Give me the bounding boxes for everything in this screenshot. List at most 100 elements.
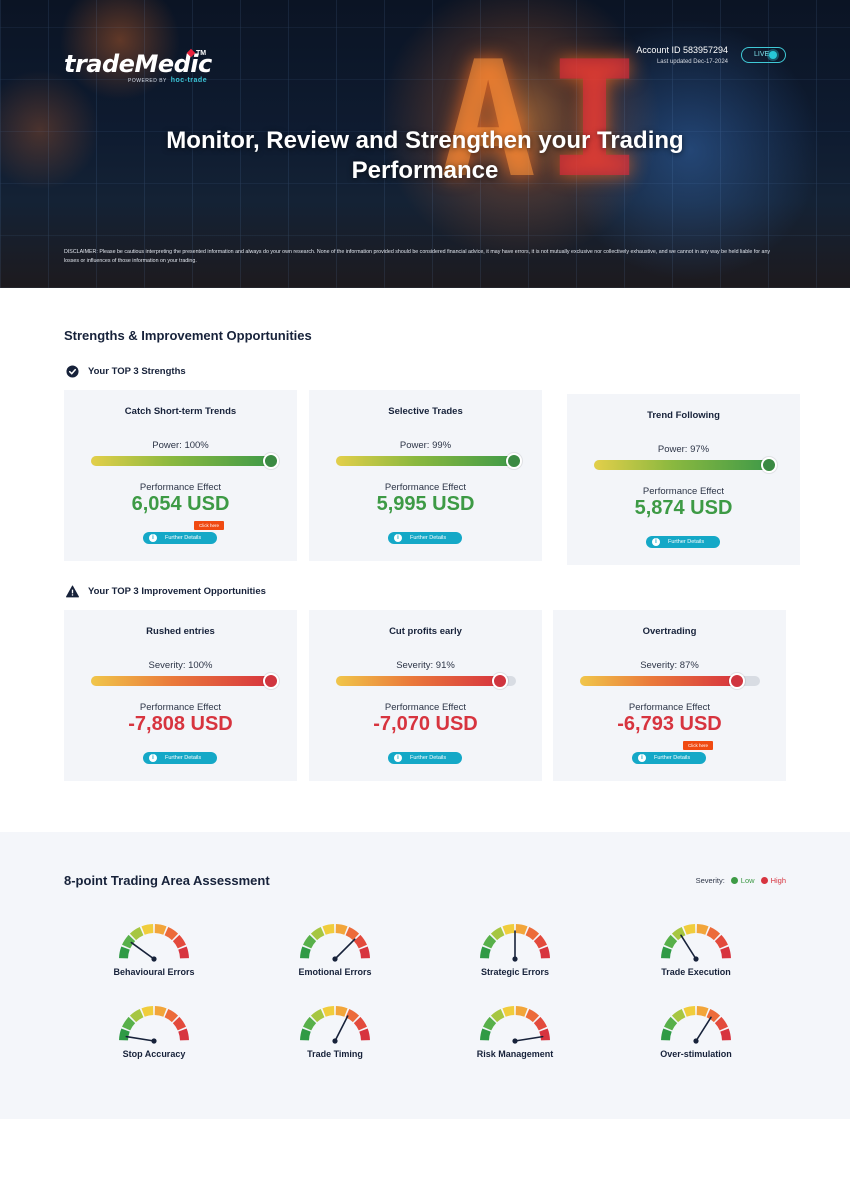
performance-effect-value: 6,054 USD xyxy=(131,493,230,515)
gauge-dial xyxy=(119,1006,189,1044)
strengths-subtitle: Your TOP 3 Strengths xyxy=(66,365,186,378)
gauge-segment xyxy=(720,946,731,959)
gauge-segment xyxy=(683,924,696,935)
gauge-trade-execution[interactable]: Trade Execution xyxy=(621,920,771,977)
info-icon: i xyxy=(394,754,402,762)
gauge-segment xyxy=(502,924,515,935)
click-here-tooltip[interactable]: Click here xyxy=(683,741,713,750)
check-circle-icon xyxy=(66,365,79,378)
gauge-segment xyxy=(335,924,348,935)
gauge-over-stimulation[interactable]: Over-stimulation xyxy=(621,1002,771,1059)
info-icon: i xyxy=(149,534,157,542)
power-bar-knob xyxy=(760,457,777,473)
gauge-segment xyxy=(178,946,189,959)
gauge-dial xyxy=(480,924,550,962)
gauge-segment xyxy=(119,1028,130,1041)
gauge-needle xyxy=(125,1035,155,1042)
gauge-emotional-errors[interactable]: Emotional Errors xyxy=(260,920,410,977)
gauge-label: Trade Timing xyxy=(307,1049,363,1059)
gauge-needle xyxy=(334,1015,349,1042)
gauge-hub xyxy=(332,956,338,962)
severity-legend: Severity: Low High xyxy=(696,876,786,885)
legend-high-dot xyxy=(760,877,768,884)
info-icon: i xyxy=(652,538,660,546)
improvement-card: Cut profits early Severity: 91% Performa… xyxy=(309,610,542,781)
gauge-segment xyxy=(515,1006,528,1017)
click-here-tooltip[interactable]: Click here xyxy=(194,521,224,530)
gauge-hub xyxy=(151,956,157,962)
gauge-hub xyxy=(151,1038,157,1044)
gauge-hub xyxy=(332,1038,338,1044)
power-bar-fill xyxy=(91,456,271,466)
section-title-assessment: 8-point Trading Area Assessment xyxy=(64,873,270,888)
further-details-button[interactable]: i Further Details xyxy=(388,752,462,764)
gauge-risk-management[interactable]: Risk Management xyxy=(440,1002,590,1059)
power-bar xyxy=(91,453,279,469)
gauge-needle xyxy=(680,934,697,960)
power-bar xyxy=(594,457,777,473)
gauge-hub xyxy=(512,956,518,962)
further-details-button[interactable]: i Further Details xyxy=(143,532,217,544)
card-severity: Severity: 91% xyxy=(396,660,455,671)
card-title: Selective Trades xyxy=(388,406,463,417)
warning-icon xyxy=(66,585,79,598)
performance-effect-value: 5,874 USD xyxy=(634,497,733,519)
gauge-dial xyxy=(480,1006,550,1044)
legend-high: High xyxy=(770,876,786,885)
gauge-label: Stop Accuracy xyxy=(122,1049,186,1059)
further-details-button[interactable]: i Further Details xyxy=(143,752,217,764)
gauge-stop-accuracy[interactable]: Stop Accuracy xyxy=(79,1002,229,1059)
gauge-segment xyxy=(359,1028,370,1041)
page-title: Monitor, Review and Strengthen your Trad… xyxy=(166,127,684,184)
card-severity: Severity: 100% xyxy=(148,660,213,671)
gauge-hub xyxy=(693,1038,699,1044)
severity-bar xyxy=(91,673,279,689)
section-title-strengths: Strengths & Improvement Opportunities xyxy=(64,328,312,343)
card-power: Power: 99% xyxy=(399,440,452,451)
gauge-segment xyxy=(661,1028,672,1041)
gauge-segment xyxy=(178,1028,189,1041)
gauge-needle xyxy=(334,938,356,960)
performance-effect-label: Performance Effect xyxy=(384,702,467,713)
card-title: Catch Short-term Trends xyxy=(124,406,237,417)
gauge-behavioural-errors[interactable]: Behavioural Errors xyxy=(79,920,229,977)
performance-effect-label: Performance Effect xyxy=(139,702,222,713)
legend-low: Low xyxy=(740,876,755,885)
severity-bar xyxy=(336,673,516,689)
gauge-segment xyxy=(539,946,550,959)
logo-powered-by: POWERED BY hoc-trade xyxy=(128,77,208,84)
legend-low-dot xyxy=(730,877,738,884)
power-bar-knob xyxy=(506,453,523,469)
further-details-button[interactable]: i Further Details xyxy=(646,536,720,548)
further-details-button[interactable]: i Further Details xyxy=(388,532,462,544)
logo-trademark: TM xyxy=(196,50,207,57)
severity-bar-knob xyxy=(263,673,279,689)
gauge-strategic-errors[interactable]: Strategic Errors xyxy=(440,920,590,977)
gauge-label: Emotional Errors xyxy=(298,967,372,977)
info-icon: i xyxy=(638,754,646,762)
gauge-segment xyxy=(154,1006,167,1017)
gauge-segment xyxy=(335,1006,348,1017)
card-power: Power: 100% xyxy=(152,440,209,451)
info-icon: i xyxy=(394,534,402,542)
gauge-dial xyxy=(300,924,370,962)
gauge-label: Strategic Errors xyxy=(480,967,550,977)
live-label: LIVE xyxy=(754,51,770,58)
gauge-hub xyxy=(693,956,699,962)
strength-card: Trend Following Power: 97% Performance E… xyxy=(567,394,800,565)
gauge-segment xyxy=(322,1006,335,1017)
performance-effect-value: -6,793 USD xyxy=(617,713,722,735)
logo[interactable]: tradeMedic TM POWERED BY hoc-trade xyxy=(64,48,212,84)
gauge-trade-timing[interactable]: Trade Timing xyxy=(260,1002,410,1059)
severity-bar-fill xyxy=(580,676,737,686)
card-title: Cut profits early xyxy=(389,626,462,637)
gauge-segment xyxy=(300,946,311,959)
gauge-dial xyxy=(661,1006,731,1044)
live-toggle[interactable]: LIVE xyxy=(741,47,786,63)
performance-effect-label: Performance Effect xyxy=(642,486,725,497)
further-details-button[interactable]: i Further Details xyxy=(632,752,706,764)
power-bar-fill xyxy=(594,460,769,470)
performance-effect-value: 5,995 USD xyxy=(376,493,475,515)
gauge-dial xyxy=(300,1006,370,1044)
severity-bar xyxy=(580,673,760,689)
